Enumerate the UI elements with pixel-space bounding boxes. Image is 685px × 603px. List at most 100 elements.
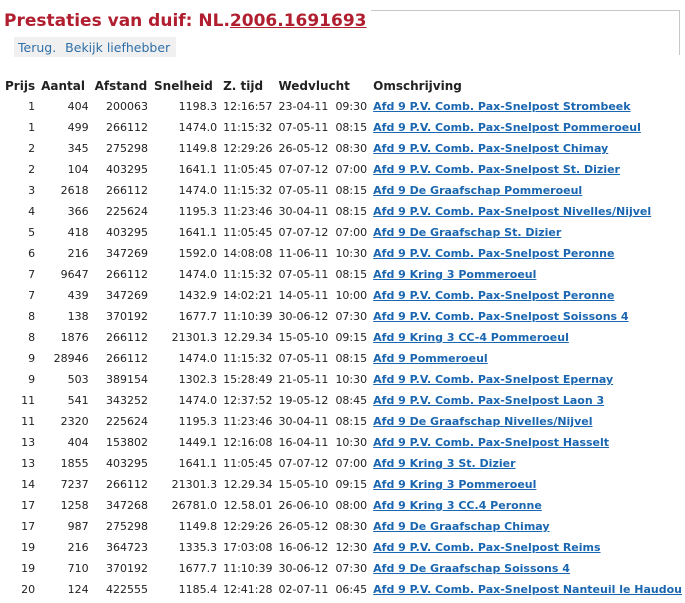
column-header-omschrijving: Omschrijving bbox=[373, 79, 462, 93]
cell-wedvlucht: 07-07-12 07:00 bbox=[275, 453, 370, 474]
cell-afstand: 266112 bbox=[106, 478, 149, 491]
race-link[interactable]: Afd 9 Kring 3 CC-4 Pommeroeul bbox=[373, 331, 569, 344]
race-link[interactable]: Afd 9 De Graafschap Chimay bbox=[373, 520, 549, 533]
cell-snelheid: 1449.1 bbox=[178, 436, 218, 449]
release-time: 08:15 bbox=[335, 184, 368, 197]
cell-wedvlucht: 15-05-10 09:15 bbox=[275, 327, 370, 348]
back-link[interactable]: Terug. bbox=[18, 40, 56, 55]
race-link[interactable]: Afd 9 Kring 3 Pommeroeul bbox=[373, 478, 536, 491]
cell-afstand: 370192 bbox=[106, 310, 149, 323]
cell-wedvlucht: 30-04-11 08:15 bbox=[275, 201, 370, 222]
table-row: 6 216 347269 1592.0 14:08:08 11-06-11 10:30 Af… bbox=[2, 243, 685, 264]
table-row: 8 138 370192 1677.7 11:10:39 30-06-12 07:30 Af… bbox=[2, 306, 685, 327]
cell-aantal: 1876 bbox=[60, 331, 89, 344]
race-date: 26-05-12 bbox=[278, 520, 329, 533]
cell-z-tijd: 11:15:32 bbox=[223, 121, 273, 134]
release-time: 08:30 bbox=[335, 142, 368, 155]
cell-afstand: 225624 bbox=[106, 415, 149, 428]
cell-z-tijd: 12:16:57 bbox=[223, 100, 273, 113]
race-link[interactable]: Afd 9 P.V. Comb. Pax-Snelpost Nanteuil l… bbox=[373, 583, 682, 596]
race-date: 14-05-11 bbox=[278, 289, 329, 302]
nav-bar: Terug. Bekijk liefhebber bbox=[14, 37, 177, 57]
cell-omschrijving: Afd 9 P.V. Comb. Pax-Snelpost Soissons 4 bbox=[370, 306, 685, 327]
race-link[interactable]: Afd 9 De Graafschap Nivelles/Nijvel bbox=[373, 415, 592, 428]
race-link[interactable]: Afd 9 P.V. Comb. Pax-Snelpost Hasselt bbox=[373, 436, 609, 449]
race-link[interactable]: Afd 9 P.V. Comb. Pax-Snelpost St. Dizier bbox=[373, 163, 620, 176]
cell-aantal: 104 bbox=[67, 163, 89, 176]
cell-snelheid: 1641.1 bbox=[178, 226, 218, 239]
cell-prijs: 20 bbox=[21, 583, 36, 596]
race-date: 07-07-12 bbox=[278, 163, 329, 176]
race-date: 21-05-11 bbox=[278, 373, 329, 386]
race-link[interactable]: Afd 9 De Graafschap St. Dizier bbox=[373, 226, 561, 239]
race-link[interactable]: Afd 9 P.V. Comb. Pax-Snelpost Nivelles/N… bbox=[373, 205, 651, 218]
cell-omschrijving: Afd 9 P.V. Comb. Pax-Snelpost Peronne bbox=[370, 243, 685, 264]
cell-omschrijving: Afd 9 P.V. Comb. Pax-Snelpost Nivelles/N… bbox=[370, 201, 685, 222]
cell-afstand: 266112 bbox=[106, 352, 149, 365]
cell-snelheid: 1198.3 bbox=[178, 100, 218, 113]
release-time: 09:15 bbox=[335, 331, 368, 344]
cell-afstand: 275298 bbox=[106, 520, 149, 533]
cell-omschrijving: Afd 9 Kring 3 Pommeroeul bbox=[370, 474, 685, 495]
cell-prijs: 11 bbox=[21, 415, 36, 428]
cell-omschrijving: Afd 9 P.V. Comb. Pax-Snelpost St. Dizier bbox=[370, 159, 685, 180]
cell-aantal: 1855 bbox=[60, 457, 89, 470]
release-time: 08:15 bbox=[335, 415, 368, 428]
race-link[interactable]: Afd 9 P.V. Comb. Pax-Snelpost Pommeroeul bbox=[373, 121, 641, 134]
race-link[interactable]: Afd 9 P.V. Comb. Pax-Snelpost Reims bbox=[373, 541, 600, 554]
race-link[interactable]: Afd 9 P.V. Comb. Pax-Snelpost Laon 3 bbox=[373, 394, 604, 407]
release-time: 08:00 bbox=[335, 499, 368, 512]
race-date: 15-05-10 bbox=[278, 478, 329, 491]
column-header-aantal: Aantal bbox=[41, 79, 85, 93]
race-link[interactable]: Afd 9 Kring 3 CC.4 Peronne bbox=[373, 499, 542, 512]
race-link[interactable]: Afd 9 De Graafschap Pommeroeul bbox=[373, 184, 582, 197]
race-link[interactable]: Afd 9 P.V. Comb. Pax-Snelpost Soissons 4 bbox=[373, 310, 628, 323]
race-link[interactable]: Afd 9 Pommeroeul bbox=[373, 352, 488, 365]
column-header-prijs: Prijs bbox=[5, 79, 36, 93]
cell-afstand: 225624 bbox=[106, 205, 149, 218]
race-link[interactable]: Afd 9 Kring 3 St. Dizier bbox=[373, 457, 515, 470]
cell-aantal: 439 bbox=[67, 289, 89, 302]
race-link[interactable]: Afd 9 P.V. Comb. Pax-Snelpost Strombeek bbox=[373, 100, 630, 113]
cell-wedvlucht: 07-05-11 08:15 bbox=[275, 264, 370, 285]
race-link[interactable]: Afd 9 P.V. Comb. Pax-Snelpost Peronne bbox=[373, 289, 614, 302]
table-row: 1 499 266112 1474.0 11:15:32 07-05-11 08:15 Af… bbox=[2, 117, 685, 138]
cell-wedvlucht: 07-05-11 08:15 bbox=[275, 348, 370, 369]
table-row: 7 439 347269 1432.9 14:02:21 14-05-11 10:00 Af… bbox=[2, 285, 685, 306]
cell-prijs: 13 bbox=[21, 436, 36, 449]
cell-omschrijving: Afd 9 Pommeroeul bbox=[370, 348, 685, 369]
cell-prijs: 6 bbox=[28, 247, 36, 260]
cell-prijs: 4 bbox=[28, 205, 36, 218]
cell-wedvlucht: 16-06-12 12:30 bbox=[275, 537, 370, 558]
cell-z-tijd: 17:03:08 bbox=[223, 541, 273, 554]
release-time: 08:45 bbox=[335, 394, 368, 407]
race-link[interactable]: Afd 9 P.V. Comb. Pax-Snelpost Peronne bbox=[373, 247, 614, 260]
cell-afstand: 403295 bbox=[106, 226, 149, 239]
race-date: 23-04-11 bbox=[278, 100, 329, 113]
table-row: 5 418 403295 1641.1 11:05:45 07-07-12 07:00 Af… bbox=[2, 222, 685, 243]
race-link[interactable]: Afd 9 P.V. Comb. Pax-Snelpost Epernay bbox=[373, 373, 613, 386]
release-time: 10:30 bbox=[335, 436, 368, 449]
cell-omschrijving: Afd 9 P.V. Comb. Pax-Snelpost Strombeek bbox=[370, 96, 685, 117]
cell-aantal: 541 bbox=[67, 394, 89, 407]
race-link[interactable]: Afd 9 P.V. Comb. Pax-Snelpost Chimay bbox=[373, 142, 608, 155]
cell-aantal: 499 bbox=[67, 121, 89, 134]
view-fancier-link[interactable]: Bekijk liefhebber bbox=[65, 40, 170, 55]
cell-omschrijving: Afd 9 P.V. Comb. Pax-Snelpost Chimay bbox=[370, 138, 685, 159]
race-date: 30-06-12 bbox=[278, 562, 329, 575]
cell-snelheid: 1677.7 bbox=[178, 310, 218, 323]
cell-snelheid: 1195.3 bbox=[178, 205, 218, 218]
race-date: 30-04-11 bbox=[278, 415, 329, 428]
cell-omschrijving: Afd 9 Kring 3 St. Dizier bbox=[370, 453, 685, 474]
cell-wedvlucht: 14-05-11 10:00 bbox=[275, 285, 370, 306]
table-row: 19 216 364723 1335.3 17:03:08 16-06-12 12:30 A… bbox=[2, 537, 685, 558]
cell-afstand: 275298 bbox=[106, 142, 149, 155]
release-time: 12:30 bbox=[335, 541, 368, 554]
race-link[interactable]: Afd 9 De Graafschap Soissons 4 bbox=[373, 562, 570, 575]
cell-prijs: 1 bbox=[28, 121, 36, 134]
cell-omschrijving: Afd 9 De Graafschap St. Dizier bbox=[370, 222, 685, 243]
race-link[interactable]: Afd 9 Kring 3 Pommeroeul bbox=[373, 268, 536, 281]
table-row: 14 7237 266112 21301.3 12.29.34 15-05-10 09:1… bbox=[2, 474, 685, 495]
cell-wedvlucht: 07-05-11 08:15 bbox=[275, 117, 370, 138]
column-header-snelheid: Snelheid bbox=[154, 79, 213, 93]
